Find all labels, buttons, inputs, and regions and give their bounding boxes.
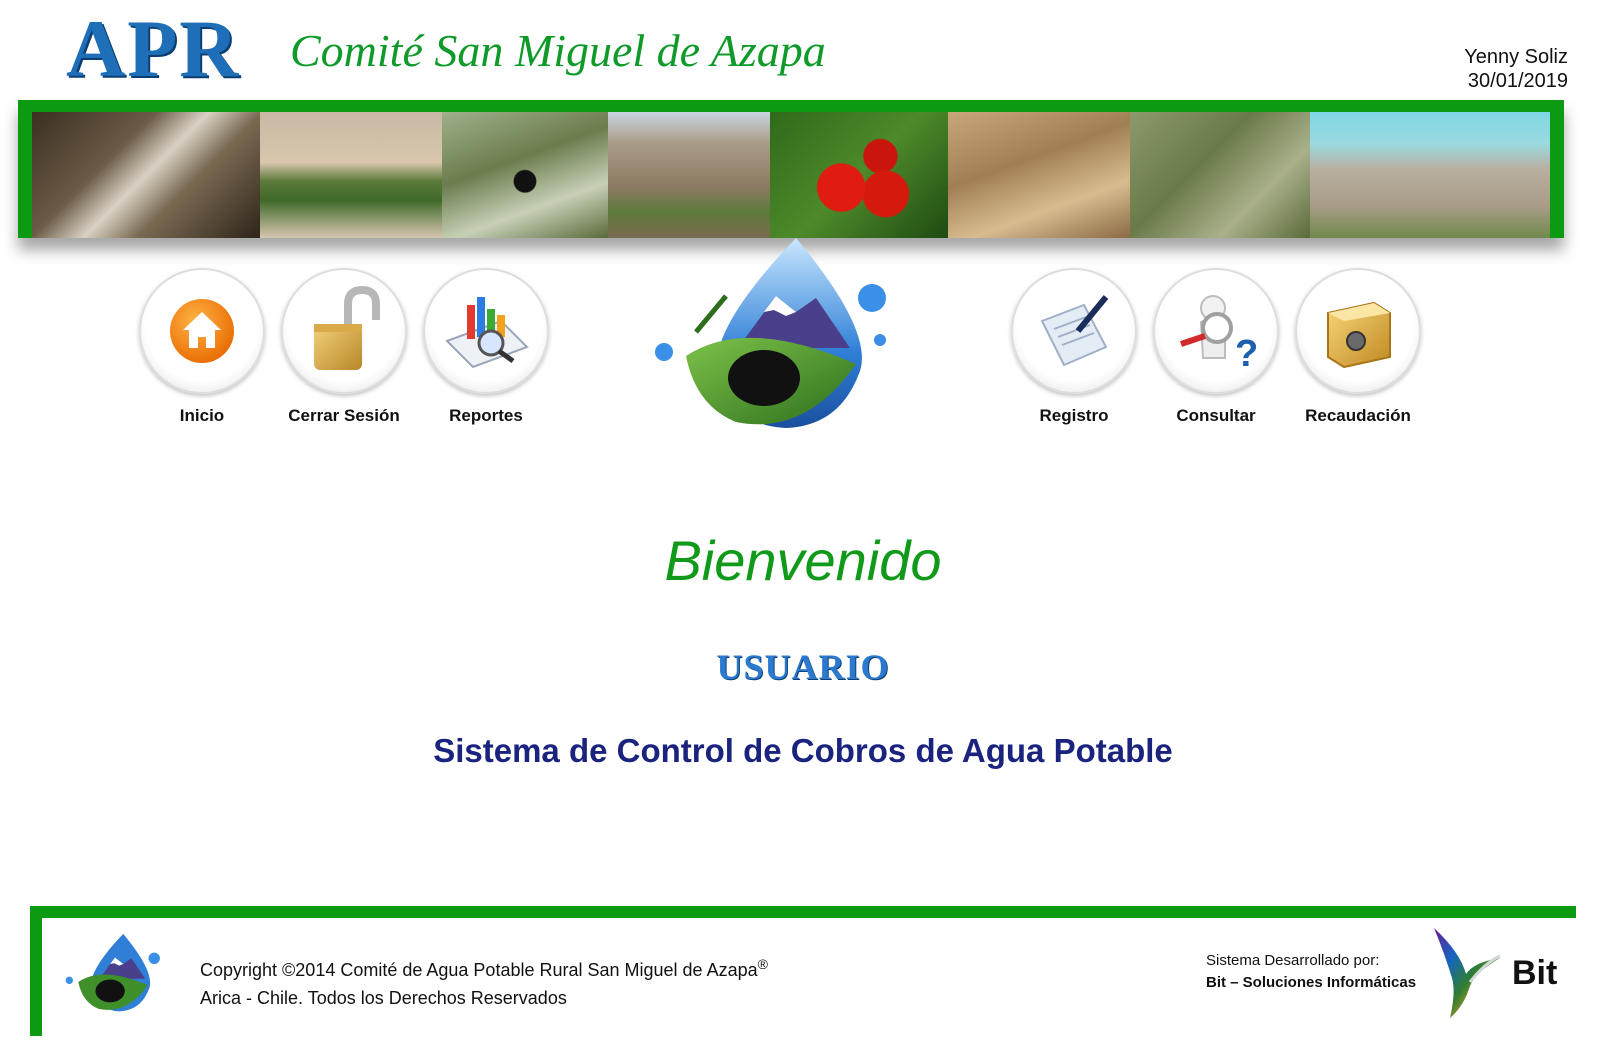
banner-photo-tomatoes — [770, 112, 948, 238]
copyright-text: Copyright ©2014 Comité de Agua Potable R… — [200, 950, 768, 1012]
nav-consultar-button[interactable]: ? Consultar — [1146, 268, 1286, 426]
nav-recaudacion-label: Recaudación — [1305, 406, 1411, 425]
nav-inicio-button[interactable]: Inicio — [132, 268, 272, 426]
padlock-icon — [314, 286, 380, 370]
copyright-line-1: Copyright ©2014 Comité de Agua Potable R… — [200, 960, 758, 980]
nav-recaudacion-button[interactable]: Recaudación — [1288, 268, 1428, 426]
banner-photo-geoglyph — [1310, 112, 1550, 238]
photo-banner — [18, 100, 1564, 238]
committee-title: Comité San Miguel de Azapa — [290, 25, 826, 76]
banner-photo-mummy — [32, 112, 260, 238]
document-pen-icon — [1040, 295, 1109, 367]
welcome-heading: Bienvenido — [664, 529, 942, 592]
footer-side-bar — [30, 906, 42, 1036]
developer-name: Bit – Soluciones Informáticas — [1206, 974, 1417, 991]
nav-reportes-label: Reportes — [449, 406, 523, 425]
nav-registro-label: Registro — [1039, 406, 1109, 425]
banner-photo-cactus — [608, 112, 770, 238]
footer-water-drop-logo — [65, 933, 160, 1012]
banner-photo-valley — [260, 112, 442, 238]
banner-photo-olives — [442, 112, 608, 238]
home-icon — [170, 299, 234, 363]
bit-logo-text: Bit — [1512, 954, 1558, 992]
nav-consultar-label: Consultar — [1176, 406, 1256, 425]
developed-by-label: Sistema Desarrollado por: — [1206, 952, 1380, 969]
user-name: Yenny Soliz — [1464, 46, 1568, 68]
svg-text:?: ? — [1235, 333, 1258, 374]
water-drop-logo — [655, 238, 886, 428]
nav-cerrar-sesion-button[interactable]: Cerrar Sesión — [274, 268, 414, 426]
nav-cerrar-sesion-label: Cerrar Sesión — [288, 406, 400, 425]
footer-divider — [30, 906, 1576, 918]
banner-photo-artifact — [948, 112, 1130, 238]
user-role-label: USUARIO — [716, 647, 890, 687]
reports-icon — [445, 297, 529, 369]
nav-inicio-label: Inicio — [179, 406, 225, 425]
magnifier-question-icon: ? — [1180, 295, 1258, 374]
registered-mark: ® — [757, 956, 768, 972]
banner-photo-hummingbird — [1130, 112, 1310, 238]
system-title: Sistema de Control de Cobros de Agua Pot… — [433, 732, 1173, 769]
apr-logo: APR — [66, 3, 241, 94]
current-date: 30/01/2019 — [1467, 70, 1568, 92]
nav-reportes-button[interactable]: Reportes — [416, 268, 556, 426]
copyright-line-2: Arica - Chile. Todos los Derechos Reserv… — [200, 988, 567, 1008]
nav-registro-button[interactable]: Registro — [1004, 268, 1144, 426]
safe-icon — [1327, 301, 1391, 369]
